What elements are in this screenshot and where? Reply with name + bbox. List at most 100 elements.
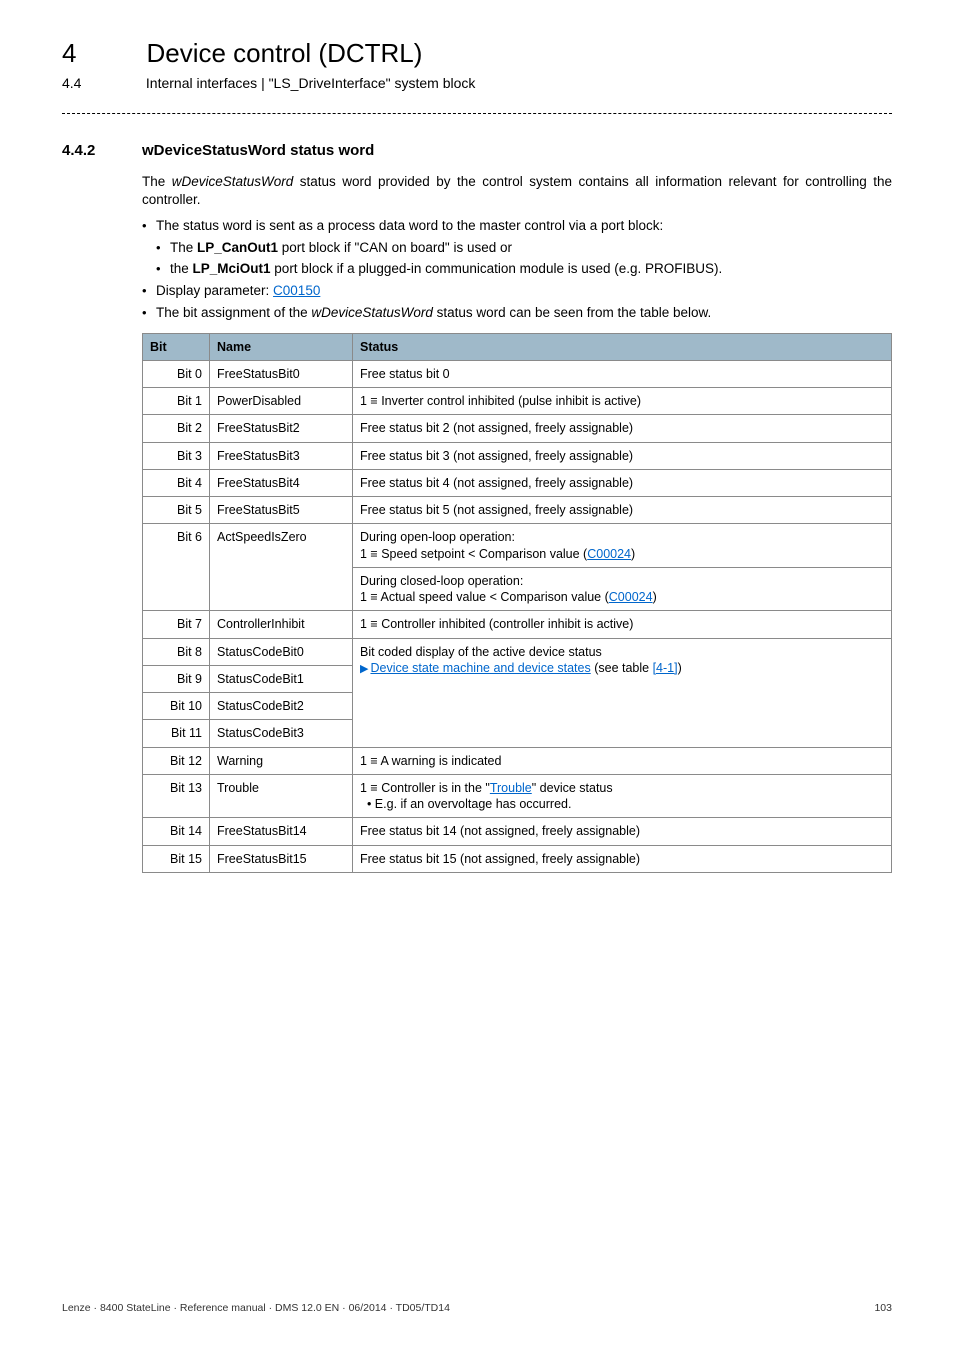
- text: ): [678, 661, 682, 675]
- page-footer: Lenze · 8400 StateLine · Reference manua…: [62, 1302, 892, 1314]
- subsection-title: Internal interfaces | "LS_DriveInterface…: [146, 75, 476, 91]
- link-c00024[interactable]: C00024: [587, 547, 631, 561]
- link-c00024[interactable]: C00024: [609, 590, 653, 604]
- list-item: the LP_MciOut1 port block if a plugged-i…: [156, 260, 892, 278]
- triangle-icon: ▶: [360, 662, 368, 676]
- cell-bit: Bit 9: [143, 665, 210, 692]
- table-row: Bit 5 FreeStatusBit5 Free status bit 5 (…: [143, 497, 892, 524]
- cell-name: FreeStatusBit14: [210, 818, 353, 845]
- table-row: Bit 13 Trouble 1 ≡ Controller is in the …: [143, 774, 892, 818]
- cell-bit: Bit 14: [143, 818, 210, 845]
- text: The: [142, 174, 172, 189]
- cell-name: Trouble: [210, 774, 353, 818]
- chapter-title: Device control (DCTRL): [146, 38, 422, 69]
- link-device-states[interactable]: Device state machine and device states: [370, 661, 590, 675]
- text: The: [170, 240, 197, 255]
- text: Display parameter:: [156, 283, 273, 298]
- list-item: Display parameter: C00150: [142, 282, 892, 300]
- cell-name: StatusCodeBit3: [210, 720, 353, 747]
- cell-name: StatusCodeBit0: [210, 638, 353, 665]
- table-header-row: Bit Name Status: [143, 333, 892, 360]
- cell-name: FreeStatusBit2: [210, 415, 353, 442]
- cell-status: Free status bit 2 (not assigned, freely …: [353, 415, 892, 442]
- text: The bit assignment of the: [156, 305, 311, 320]
- emphasis: wDeviceStatusWord: [172, 174, 294, 189]
- cell-status: During open-loop operation: 1 ≡ Speed se…: [353, 524, 892, 568]
- page-header: 4 Device control (DCTRL) 4.4 Internal in…: [62, 38, 892, 91]
- cell-bit: Bit 1: [143, 388, 210, 415]
- table-row: Bit 15 FreeStatusBit15 Free status bit 1…: [143, 845, 892, 872]
- text: port block if "CAN on board" is used or: [278, 240, 512, 255]
- cell-name: FreeStatusBit5: [210, 497, 353, 524]
- text: ): [653, 590, 657, 604]
- cell-name-empty: [210, 567, 353, 611]
- text: status word can be seen from the table b…: [433, 305, 711, 320]
- page-number: 103: [874, 1302, 892, 1314]
- cell-bit: Bit 15: [143, 845, 210, 872]
- text: port block if a plugged-in communication…: [271, 261, 723, 276]
- cell-name: PowerDisabled: [210, 388, 353, 415]
- cell-status: During closed-loop operation: 1 ≡ Actual…: [353, 567, 892, 611]
- text: " device status: [532, 781, 613, 795]
- cell-bit: Bit 10: [143, 693, 210, 720]
- cell-status-merged: Bit coded display of the active device s…: [353, 638, 892, 747]
- divider: [62, 113, 892, 114]
- table-row: Bit 4 FreeStatusBit4 Free status bit 4 (…: [143, 469, 892, 496]
- bold-text: LP_MciOut1: [193, 261, 271, 276]
- table-row: Bit 7 ControllerInhibit 1 ≡ Controller i…: [143, 611, 892, 638]
- section-title: wDeviceStatusWord status word: [142, 142, 374, 159]
- intro-paragraph: The wDeviceStatusWord status word provid…: [142, 173, 892, 209]
- bullet-list: The status word is sent as a process dat…: [142, 217, 892, 322]
- table-row: Bit 2 FreeStatusBit2 Free status bit 2 (…: [143, 415, 892, 442]
- cell-name: FreeStatusBit4: [210, 469, 353, 496]
- section-number: 4.4.2: [62, 142, 142, 159]
- text: ): [631, 547, 635, 561]
- cell-bit: Bit 13: [143, 774, 210, 818]
- cell-name: ActSpeedIsZero: [210, 524, 353, 568]
- text: 1 ≡ Actual speed value < Comparison valu…: [360, 590, 609, 604]
- cell-status: 1 ≡ Inverter control inhibited (pulse in…: [353, 388, 892, 415]
- text: Bit coded display of the active device s…: [360, 645, 602, 659]
- cell-bit: Bit 3: [143, 442, 210, 469]
- cell-name: StatusCodeBit1: [210, 665, 353, 692]
- body-content: The wDeviceStatusWord status word provid…: [142, 173, 892, 873]
- list-item: The LP_CanOut1 port block if "CAN on boa…: [156, 239, 892, 257]
- cell-name: ControllerInhibit: [210, 611, 353, 638]
- link-table-4-1[interactable]: [4-1]: [653, 661, 678, 675]
- emphasis: wDeviceStatusWord: [311, 305, 433, 320]
- cell-status: 1 ≡ A warning is indicated: [353, 747, 892, 774]
- text: the: [170, 261, 193, 276]
- col-header-status: Status: [353, 333, 892, 360]
- text: 1 ≡ Speed setpoint < Comparison value (: [360, 547, 587, 561]
- text: During closed-loop operation:: [360, 574, 523, 588]
- cell-bit: Bit 11: [143, 720, 210, 747]
- bit-assignment-table: Bit Name Status Bit 0 FreeStatusBit0 Fre…: [142, 333, 892, 873]
- text: • E.g. if an overvoltage has occurred.: [367, 797, 572, 811]
- cell-status: Free status bit 3 (not assigned, freely …: [353, 442, 892, 469]
- table-row: Bit 1 PowerDisabled 1 ≡ Inverter control…: [143, 388, 892, 415]
- text: During open-loop operation:: [360, 530, 515, 544]
- cell-name: FreeStatusBit3: [210, 442, 353, 469]
- cell-name: FreeStatusBit0: [210, 360, 353, 387]
- cell-bit: Bit 4: [143, 469, 210, 496]
- footer-left: Lenze · 8400 StateLine · Reference manua…: [62, 1302, 450, 1314]
- table-row: During closed-loop operation: 1 ≡ Actual…: [143, 567, 892, 611]
- table-row: Bit 8 StatusCodeBit0 Bit coded display o…: [143, 638, 892, 665]
- cell-status: Free status bit 14 (not assigned, freely…: [353, 818, 892, 845]
- cell-status: Free status bit 4 (not assigned, freely …: [353, 469, 892, 496]
- cell-bit: Bit 8: [143, 638, 210, 665]
- cell-bit: Bit 12: [143, 747, 210, 774]
- link-trouble[interactable]: Trouble: [490, 781, 532, 795]
- cell-status: Free status bit 0: [353, 360, 892, 387]
- cell-bit: Bit 5: [143, 497, 210, 524]
- cell-status: 1 ≡ Controller is in the "Trouble" devic…: [353, 774, 892, 818]
- cell-status: 1 ≡ Controller inhibited (controller inh…: [353, 611, 892, 638]
- chapter-number: 4: [62, 38, 142, 69]
- cell-status: Free status bit 15 (not assigned, freely…: [353, 845, 892, 872]
- cell-bit: Bit 0: [143, 360, 210, 387]
- text: (see table: [591, 661, 653, 675]
- cell-bit: Bit 2: [143, 415, 210, 442]
- link-c00150[interactable]: C00150: [273, 283, 320, 298]
- cell-name: Warning: [210, 747, 353, 774]
- nested-list: The LP_CanOut1 port block if "CAN on boa…: [156, 239, 892, 278]
